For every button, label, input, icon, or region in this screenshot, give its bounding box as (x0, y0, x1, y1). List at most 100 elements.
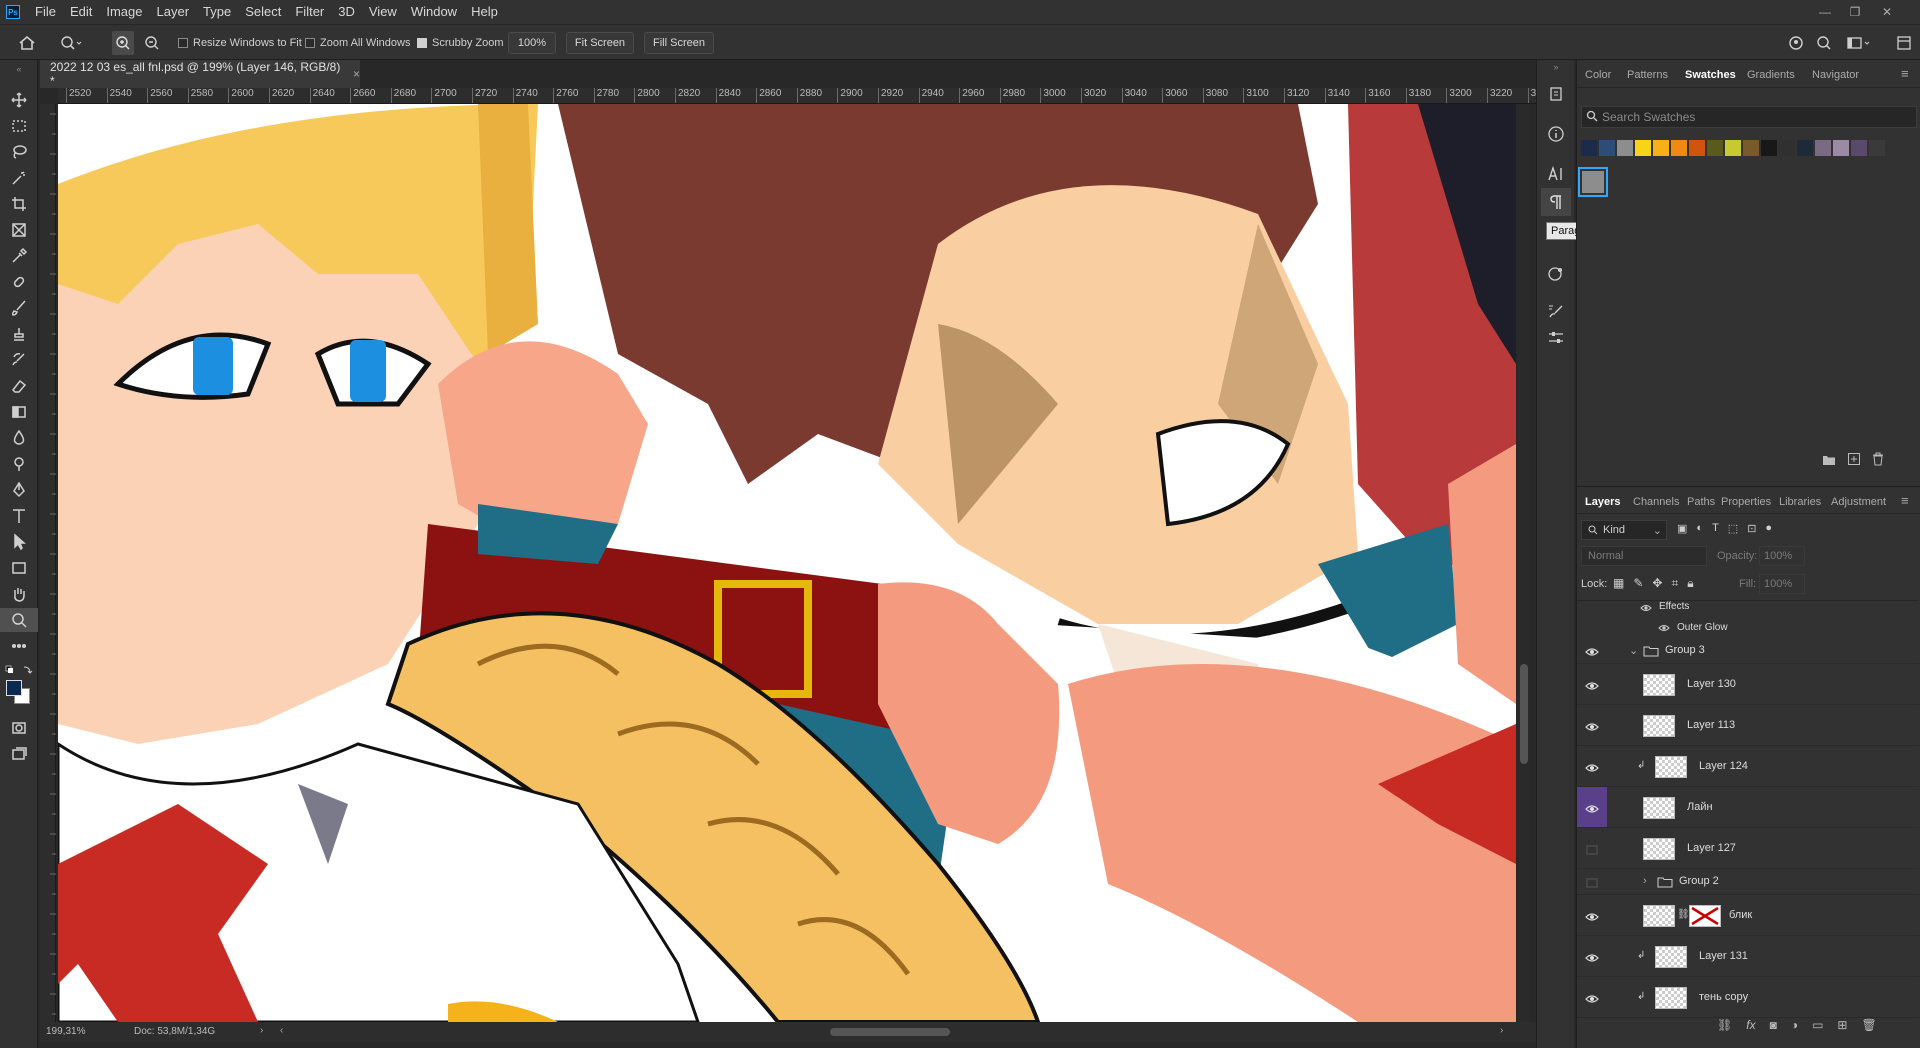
expand-panels-icon[interactable]: » (1541, 60, 1571, 74)
menu-layer[interactable]: Layer (150, 0, 197, 24)
more-tools-icon[interactable] (0, 634, 38, 658)
color-swatch[interactable] (1635, 140, 1651, 156)
blend-mode-select[interactable]: Normal (1581, 546, 1707, 566)
restore-icon[interactable]: ❐ (1840, 0, 1870, 24)
tab-libraries[interactable]: Libraries (1779, 496, 1821, 508)
menu-view[interactable]: View (362, 0, 404, 24)
filter-adjustment-icon[interactable]: ◐ (1696, 522, 1703, 535)
color-swatch[interactable] (1725, 140, 1741, 156)
filter-smart-object-icon[interactable]: ⊡ (1747, 522, 1756, 535)
visibility-off-icon[interactable] (1585, 877, 1599, 888)
eraser-tool-icon[interactable] (0, 374, 38, 398)
close-tab-icon[interactable]: × (353, 67, 360, 81)
menu-edit[interactable]: Edit (63, 0, 99, 24)
fill-screen-button[interactable]: Fill Screen (644, 32, 714, 54)
delete-swatch-icon[interactable] (1871, 452, 1885, 469)
menu-3d[interactable]: 3D (331, 0, 362, 24)
layer-filter-kind-select[interactable]: Kind ⌄ (1581, 520, 1667, 540)
eyedropper-tool-icon[interactable] (0, 244, 38, 268)
horizontal-scroll-thumb[interactable] (830, 1028, 950, 1036)
scroll-right-icon[interactable]: › (1500, 1025, 1503, 1036)
eye-icon[interactable] (1585, 952, 1599, 962)
rectangle-tool-icon[interactable] (0, 556, 38, 580)
link-icon[interactable]: ⛓ (1677, 909, 1690, 920)
zoom-in-icon[interactable] (112, 31, 134, 55)
layers-panel-menu-icon[interactable]: ≡ (1901, 493, 1909, 508)
scroll-left-icon[interactable]: ‹ (280, 1025, 283, 1036)
vertical-ruler[interactable] (40, 104, 56, 1022)
layer-row[interactable]: Layer 113 (1577, 705, 1919, 746)
color-swatch[interactable] (1617, 140, 1633, 156)
tab-channels[interactable]: Channels (1633, 496, 1679, 508)
color-swatch[interactable] (1869, 140, 1885, 156)
document-tab[interactable]: 2022 12 03 es_all fnl.psd @ 199% (Layer … (40, 60, 360, 88)
eye-icon[interactable] (1658, 624, 1670, 632)
zoom-tool-icon[interactable] (0, 608, 38, 632)
scroll-thumb[interactable] (1520, 664, 1528, 764)
fx-icon[interactable]: fx (1746, 1018, 1755, 1032)
color-swatch[interactable] (1581, 140, 1597, 156)
close-window-icon[interactable]: ✕ (1872, 0, 1902, 24)
new-layer-icon[interactable]: ⊞ (1837, 1018, 1847, 1032)
marquee-tool-icon[interactable] (0, 114, 38, 138)
lock-artboard-icon[interactable]: ⌗ (1671, 576, 1678, 591)
fill-input[interactable]: 100% (1759, 574, 1805, 594)
layer-row[interactable]: ↲ тень copy (1577, 977, 1919, 1018)
fit-screen-button[interactable]: Fit Screen (566, 32, 634, 54)
layer-thumbnail[interactable] (1643, 673, 1675, 696)
eye-icon[interactable] (1585, 993, 1599, 1003)
color-swatch[interactable] (1779, 140, 1795, 156)
menu-file[interactable]: File (28, 0, 63, 24)
home-icon[interactable] (18, 25, 36, 61)
share-icon[interactable] (1788, 25, 1804, 61)
color-swatch[interactable] (1833, 140, 1849, 156)
photoshop-logo[interactable]: Ps (6, 5, 20, 19)
layer-row[interactable]: Layer 127 (1577, 828, 1919, 869)
menu-window[interactable]: Window (404, 0, 464, 24)
layer-row[interactable]: Layer 130 (1577, 664, 1919, 705)
menu-type[interactable]: Type (196, 0, 238, 24)
color-swatch[interactable] (1797, 140, 1813, 156)
adjust-panel-icon[interactable] (1541, 260, 1571, 288)
zoom-out-icon[interactable] (144, 25, 160, 61)
color-swatch[interactable] (1707, 140, 1723, 156)
quick-mask-icon[interactable] (0, 716, 38, 740)
minimize-icon[interactable]: — (1810, 0, 1840, 24)
zoom-tool-preset-icon[interactable] (60, 25, 82, 61)
paragraph-panel-icon[interactable] (1541, 188, 1571, 216)
healing-brush-tool-icon[interactable] (0, 270, 38, 294)
layer-thumbnail[interactable] (1643, 904, 1675, 927)
lasso-tool-icon[interactable] (0, 140, 38, 164)
color-swatch[interactable] (1761, 140, 1777, 156)
magic-wand-tool-icon[interactable] (0, 166, 38, 190)
character-panel-icon[interactable] (1541, 160, 1571, 188)
layer-thumbnail[interactable] (1643, 837, 1675, 860)
adjustment-layer-icon[interactable]: ◑ (1791, 1018, 1798, 1032)
layer-row[interactable]: ↲ Layer 124 (1577, 746, 1919, 787)
effects-row[interactable]: Effects (1577, 601, 1919, 618)
opacity-input[interactable]: 100% (1759, 546, 1805, 566)
layer-row[interactable]: ⛓ блик (1577, 895, 1919, 936)
layer-mask-thumbnail[interactable] (1689, 904, 1721, 927)
eye-icon[interactable] (1640, 604, 1652, 612)
eye-icon[interactable] (1585, 646, 1599, 656)
history-brush-tool-icon[interactable] (0, 348, 38, 372)
frame-tool-icon[interactable] (0, 218, 38, 242)
color-swatch[interactable] (1689, 140, 1705, 156)
tab-layers[interactable]: Layers (1585, 496, 1620, 508)
add-mask-icon[interactable]: ◙ (1770, 1018, 1777, 1032)
link-layers-icon[interactable]: ⛓︎ (1717, 1018, 1732, 1032)
filter-pixel-icon[interactable]: ▣ (1677, 522, 1687, 535)
type-tool-icon[interactable] (0, 504, 38, 528)
info-panel-icon[interactable] (1541, 120, 1571, 148)
brush-settings-icon[interactable] (1541, 324, 1571, 352)
zoom-level[interactable]: 199,31% (46, 1026, 85, 1037)
chevron-down-icon[interactable]: ⌄ (1629, 644, 1638, 657)
delete-layer-icon[interactable]: 🗑︎ (1861, 1018, 1876, 1032)
screen-mode-icon[interactable] (0, 742, 38, 766)
checkbox-icon[interactable] (305, 38, 315, 48)
path-selection-tool-icon[interactable] (0, 530, 38, 554)
layer-thumbnail[interactable] (1655, 986, 1687, 1009)
lock-all-icon[interactable]: 🔒︎ (1687, 576, 1693, 591)
zoom-all-windows-checkbox[interactable]: Zoom All Windows (305, 25, 410, 61)
